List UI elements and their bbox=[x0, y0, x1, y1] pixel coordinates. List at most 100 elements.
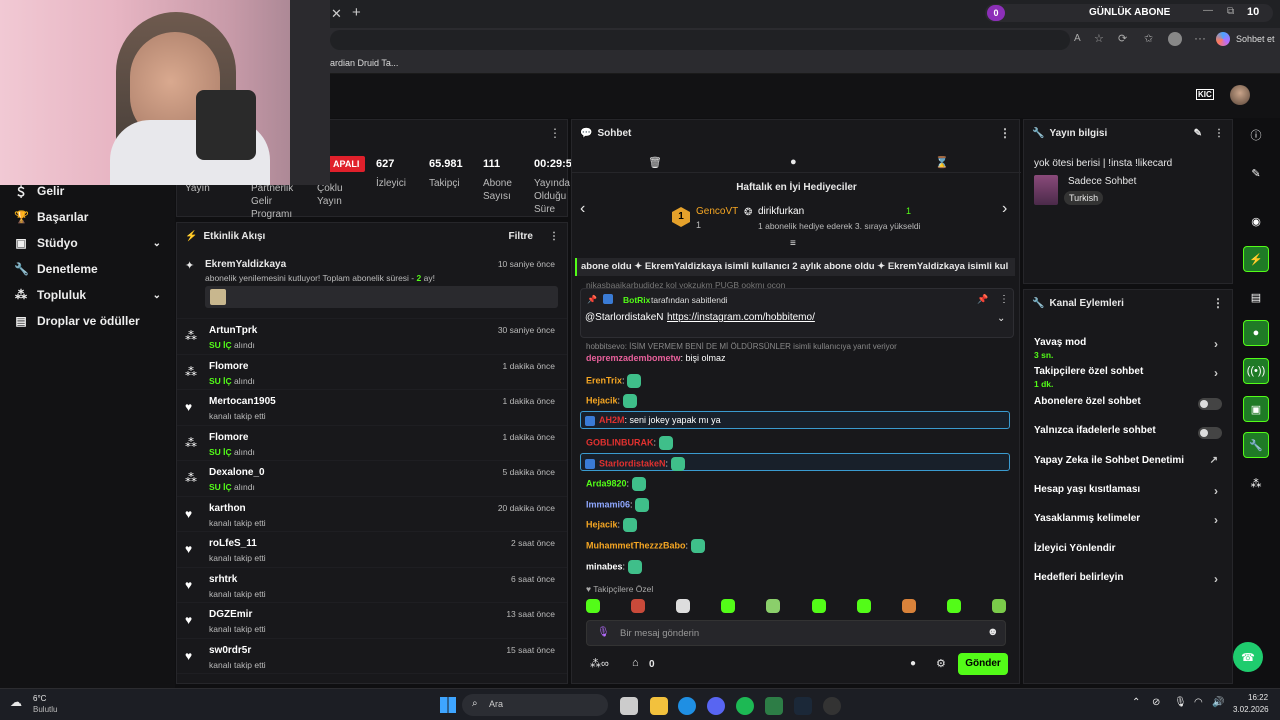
emote-icon[interactable] bbox=[991, 599, 1006, 613]
trash-icon[interactable]: 🗑 bbox=[648, 156, 662, 169]
info-more-icon[interactable]: ⋮ bbox=[1214, 128, 1224, 139]
chat-settings-icon[interactable]: ● bbox=[910, 658, 916, 669]
mic-tray-icon[interactable]: 🎙 bbox=[1174, 697, 1187, 708]
emote-icon[interactable] bbox=[856, 599, 871, 613]
event-name[interactable]: Flomore bbox=[209, 432, 248, 443]
favorites-icon[interactable]: ✩ bbox=[1144, 32, 1153, 45]
event-name[interactable]: Flomore bbox=[209, 361, 248, 372]
chat-username[interactable]: MuhammetThezzzBabo bbox=[586, 540, 686, 550]
channel-action[interactable]: İzleyici Yönlendir bbox=[1024, 536, 1232, 565]
wifi-icon[interactable]: ◠ bbox=[1194, 697, 1203, 708]
edit-icon[interactable]: ✎ bbox=[1194, 128, 1202, 139]
emoji-icon[interactable]: ☻ bbox=[987, 626, 999, 638]
refresh-icon[interactable]: ⟳ bbox=[1118, 32, 1127, 45]
layout-icon[interactable]: ▣ bbox=[1243, 396, 1269, 422]
gear-icon[interactable]: ⚙ bbox=[936, 657, 946, 670]
restore-icon[interactable]: ⧉ bbox=[1227, 6, 1234, 17]
toggle-switch[interactable] bbox=[1198, 397, 1222, 410]
chat-username[interactable]: ErenTrix bbox=[586, 375, 622, 385]
send-button[interactable]: Gönder bbox=[958, 653, 1008, 675]
pinned-link[interactable]: https://instagram.com/hobbitemo/ bbox=[667, 312, 815, 323]
close-tab-icon[interactable]: ✕ bbox=[331, 6, 342, 22]
chat-bubble-icon[interactable]: ● bbox=[790, 156, 797, 168]
tray-chevron-icon[interactable]: ⌃ bbox=[1132, 697, 1140, 708]
bookmark-item[interactable]: ardian Druid Ta... bbox=[330, 58, 398, 68]
chat-username[interactable]: Hejacik bbox=[586, 395, 618, 405]
emote-icon[interactable] bbox=[676, 599, 691, 613]
emote-icon[interactable] bbox=[946, 599, 961, 613]
volume-icon[interactable]: 🔊 bbox=[1212, 697, 1224, 708]
help-fab-icon[interactable]: ☎ bbox=[1233, 642, 1263, 672]
channel-action[interactable]: Hesap yaşı kısıtlaması › bbox=[1024, 477, 1232, 506]
clock-time[interactable]: 16:22 bbox=[1248, 693, 1268, 702]
gifter2-name[interactable]: dirikfurkan bbox=[758, 206, 804, 217]
url-field[interactable] bbox=[330, 30, 1070, 50]
store-icon[interactable]: ⌂ bbox=[632, 657, 639, 669]
chat-username[interactable]: Arda9820 bbox=[586, 478, 627, 488]
sidebar-item-denetleme[interactable]: 🔧 Denetleme bbox=[0, 256, 175, 282]
info-icon[interactable]: ⓘ bbox=[1243, 122, 1269, 148]
wrench-icon[interactable]: 🔧 bbox=[1243, 432, 1269, 458]
steam-icon[interactable] bbox=[794, 697, 812, 715]
sidebar-item-topluluk[interactable]: ⁂ Topluluk ⌄ bbox=[0, 282, 175, 308]
network-icon[interactable]: ⊘ bbox=[1152, 697, 1160, 708]
profile-icon[interactable] bbox=[1168, 32, 1182, 46]
favorite-icon[interactable]: ☆ bbox=[1094, 32, 1104, 45]
copilot-icon[interactable] bbox=[1216, 32, 1230, 46]
spotify-icon[interactable] bbox=[736, 697, 754, 715]
toggle-switch[interactable] bbox=[1198, 427, 1222, 440]
emote-icon[interactable] bbox=[721, 599, 736, 613]
avatar[interactable] bbox=[1230, 85, 1250, 105]
activity-more-icon[interactable]: ⋮ bbox=[549, 231, 559, 242]
more-icon[interactable]: ··· bbox=[1194, 31, 1206, 45]
file-explorer-icon[interactable] bbox=[650, 697, 668, 715]
emote-icon[interactable] bbox=[586, 599, 600, 613]
xbox-icon[interactable] bbox=[765, 697, 783, 715]
chat-more-icon[interactable]: ⋮ bbox=[999, 126, 1011, 140]
broadcast-icon[interactable]: ((•)) bbox=[1243, 358, 1269, 384]
chat-icon[interactable]: ● bbox=[1243, 320, 1269, 346]
channel-action[interactable]: Yapay Zeka ile Sohbet Denetimi ↗ bbox=[1024, 448, 1232, 477]
sidebar-item-studyo[interactable]: ▣ Stüdyo ⌄ bbox=[0, 230, 175, 256]
stats-more-icon[interactable]: ⋮ bbox=[549, 126, 561, 140]
search-box[interactable]: ⌕ Ara bbox=[462, 694, 608, 716]
points-icon[interactable]: ⁂∞ bbox=[590, 657, 609, 670]
chat-input[interactable]: 🎙 Bir mesaj gönderin ☻ bbox=[586, 620, 1006, 646]
event-name[interactable]: sw0rdr5r bbox=[209, 645, 251, 656]
next-arrow-icon[interactable]: › bbox=[1002, 200, 1007, 218]
channel-action[interactable]: Takipçilere özel sohbet 1 dk. › bbox=[1024, 359, 1232, 389]
filter-button[interactable]: Filtre bbox=[509, 231, 533, 242]
event-name[interactable]: Dexalone_0 bbox=[209, 467, 265, 478]
channel-action[interactable]: Yalnızca ifadelerle sohbet bbox=[1024, 418, 1232, 447]
sidebar-item-droplar[interactable]: ▤ Droplar ve ödüller bbox=[0, 308, 175, 334]
sidebar-item-basarilar[interactable]: 🏆 Başarılar bbox=[0, 204, 175, 230]
chat-username[interactable]: Hejacik bbox=[586, 519, 618, 529]
bolt-icon[interactable]: ⚡ bbox=[1243, 246, 1269, 272]
event-name[interactable]: srhtrk bbox=[209, 574, 237, 585]
discord-icon[interactable] bbox=[707, 697, 725, 715]
expand-icon[interactable]: ⌄ bbox=[997, 313, 1005, 324]
chat-username[interactable]: GOBLINBURAK bbox=[586, 437, 654, 447]
emote-icon[interactable] bbox=[766, 599, 781, 613]
actions-more-icon[interactable]: ⋮ bbox=[1212, 296, 1224, 310]
obs-icon[interactable] bbox=[823, 697, 841, 715]
channel-action[interactable]: Hedefleri belirleyin › bbox=[1024, 565, 1232, 594]
edge-icon[interactable] bbox=[678, 697, 696, 715]
event-name[interactable]: Mertocan1905 bbox=[209, 396, 276, 407]
windows-start-icon[interactable] bbox=[440, 697, 456, 713]
camera-icon[interactable]: ◉ bbox=[1243, 208, 1269, 234]
event-name[interactable]: ArtunTprk bbox=[209, 325, 257, 336]
unpin-icon[interactable]: 📌 bbox=[977, 294, 988, 305]
pencil-icon[interactable]: ✎ bbox=[1243, 160, 1269, 186]
channel-action[interactable]: Yavaş mod 3 sn. › bbox=[1024, 330, 1232, 360]
sohbet-et-button[interactable]: Sohbet et bbox=[1236, 34, 1275, 44]
category-name[interactable]: Sadece Sohbet bbox=[1068, 176, 1136, 187]
chat-username[interactable]: AH2M bbox=[599, 415, 625, 425]
kick-studio-icon[interactable]: KIC bbox=[1196, 89, 1214, 100]
chat-username[interactable]: depremzadembometw bbox=[586, 353, 681, 363]
emote-icon[interactable] bbox=[811, 599, 826, 613]
clock-date[interactable]: 3.02.2026 bbox=[1233, 705, 1269, 714]
gifter1-name[interactable]: GencoVT bbox=[696, 206, 738, 217]
document-icon[interactable]: ▤ bbox=[1243, 284, 1269, 310]
emote-icon[interactable] bbox=[631, 599, 646, 613]
